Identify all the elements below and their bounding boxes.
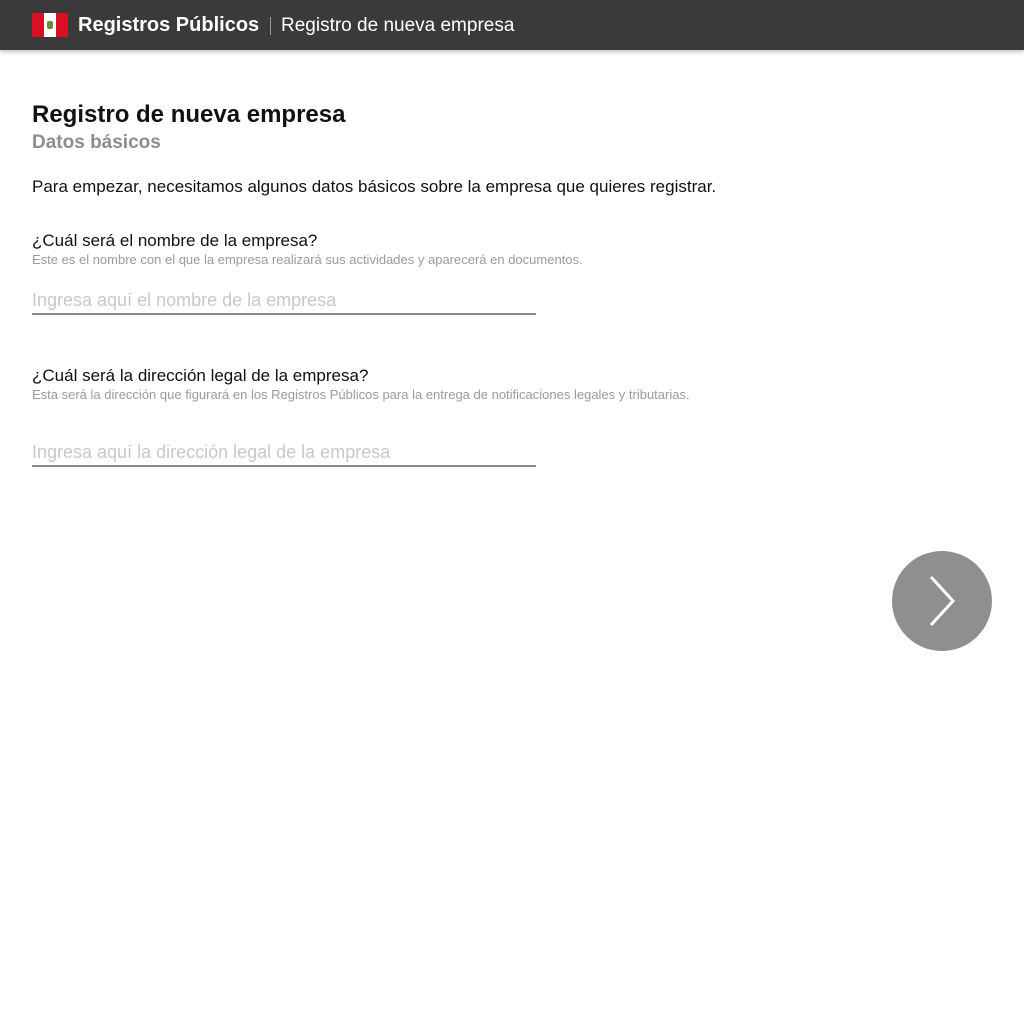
chevron-right-icon [929, 575, 956, 627]
page-subtitle: Datos básicos [32, 132, 161, 153]
brand-title[interactable]: Registros Públicos [78, 12, 259, 38]
company-name-input[interactable] [32, 287, 536, 315]
peru-flag-icon [32, 13, 68, 37]
breadcrumb: Registro de nueva empresa [281, 15, 515, 36]
legal-address-input[interactable] [32, 439, 536, 467]
company-name-help: Este es el nombre con el que la empresa … [32, 252, 583, 267]
page-title: Registro de nueva empresa [32, 101, 346, 128]
legal-address-help: Esta será la dirección que figurará en l… [32, 387, 690, 402]
next-button[interactable] [892, 551, 992, 651]
top-bar: Registros Públicos Registro de nueva emp… [0, 0, 1024, 50]
legal-address-question: ¿Cuál será la dirección legal de la empr… [32, 366, 369, 385]
company-name-question: ¿Cuál será el nombre de la empresa? [32, 231, 318, 250]
header-divider [270, 17, 271, 35]
intro-text: Para empezar, necesitamos algunos datos … [32, 177, 717, 196]
